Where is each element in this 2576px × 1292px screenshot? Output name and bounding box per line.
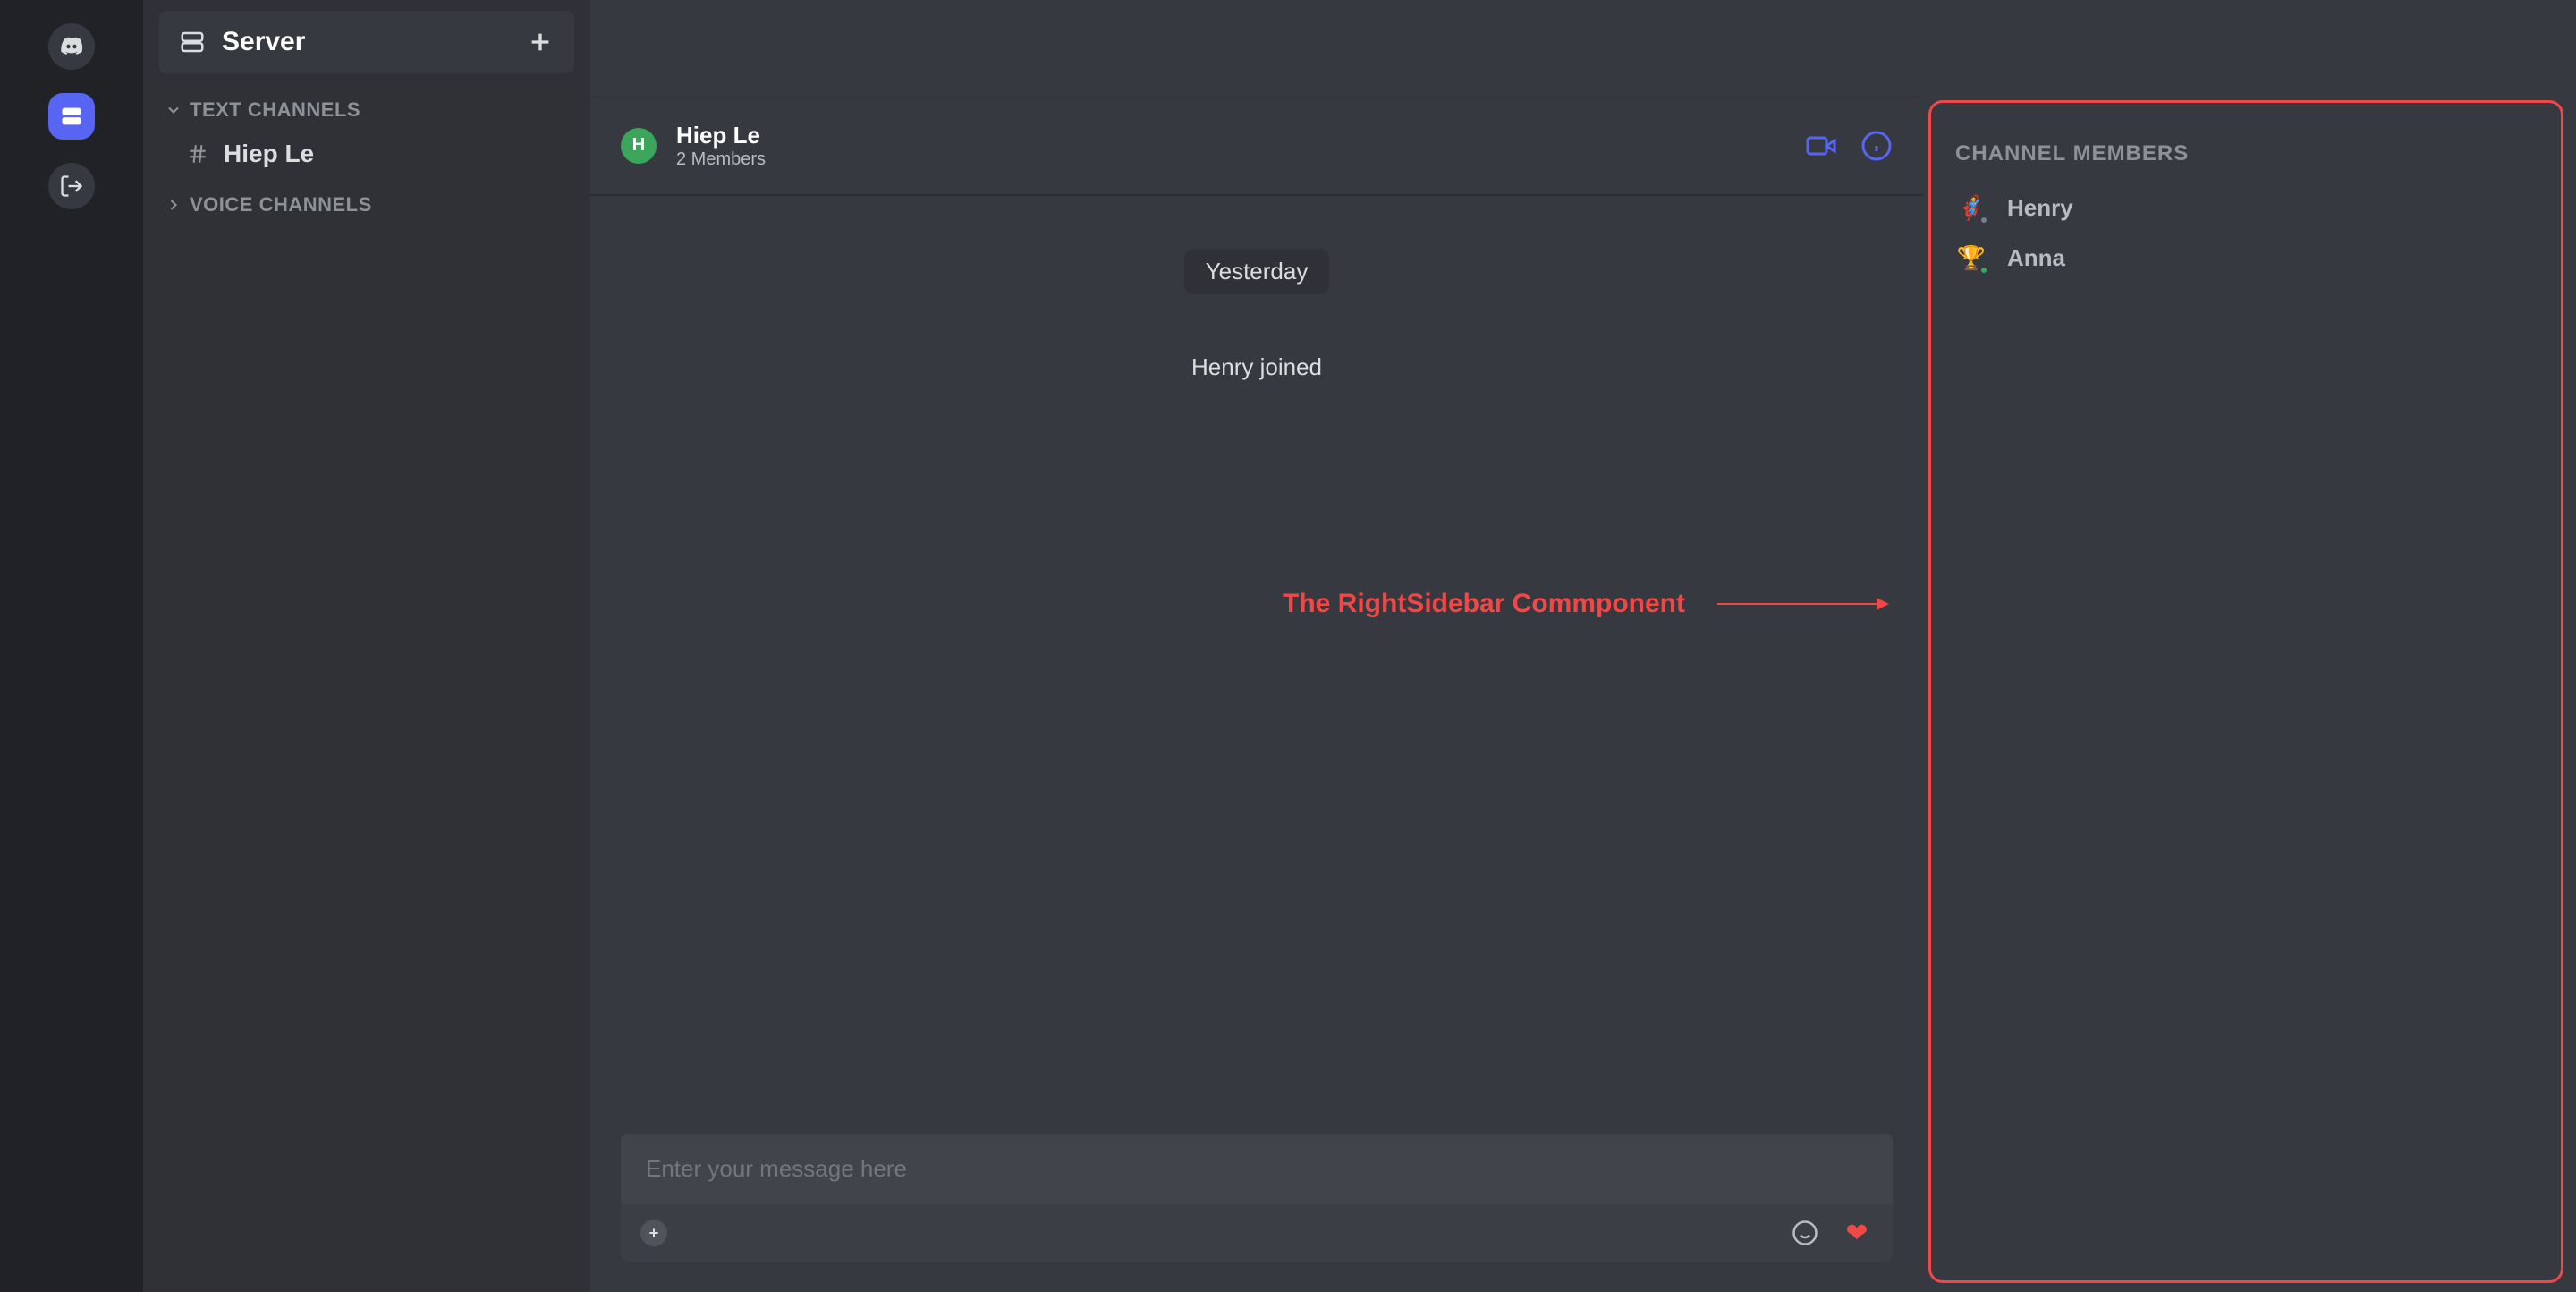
video-call-button[interactable]	[1805, 130, 1837, 162]
attach-button[interactable]	[640, 1220, 667, 1246]
annotation-label: The RightSidebar Commponent	[1283, 589, 1685, 619]
member-avatar: 🦸	[1955, 191, 1987, 224]
channel-item[interactable]: Hiep Le	[159, 129, 574, 179]
composer-left	[640, 1220, 667, 1246]
chat-body: Yesterday Henry joined The RightSidebar …	[590, 195, 1923, 1134]
chevron-right-icon	[165, 196, 182, 214]
member-name: Henry	[2007, 194, 2073, 222]
channel-label: Hiep Le	[224, 140, 314, 168]
chat-main: H Hiep Le 2 Members Yesterday Henry join…	[590, 0, 1923, 1292]
chat-title: Hiep Le	[676, 122, 766, 149]
channel-avatar: H	[621, 128, 657, 164]
info-icon	[1860, 130, 1893, 162]
video-icon	[1805, 130, 1837, 162]
chat-subtitle: 2 Members	[676, 149, 766, 170]
server-name: Server	[222, 27, 305, 57]
app-root: Server Text Channels Hiep Le Voice Chann…	[0, 0, 2576, 1292]
emoji-button[interactable]	[1789, 1217, 1821, 1249]
annotation: The RightSidebar Commponent	[1283, 589, 1887, 619]
chat-header-left: H Hiep Le 2 Members	[621, 122, 766, 170]
chat-title-block: Hiep Le 2 Members	[676, 122, 766, 170]
composer-right: ❤	[1789, 1217, 1873, 1249]
heart-icon: ❤	[1845, 1218, 1868, 1249]
voice-channels-label: Voice Channels	[190, 193, 372, 217]
server-icon	[59, 104, 84, 129]
annotation-arrow-icon	[1717, 603, 1887, 605]
channel-members-header: Channel Members	[1948, 141, 2551, 166]
message-input[interactable]	[646, 1155, 1868, 1183]
channel-sidebar: Server Text Channels Hiep Le Voice Chann…	[143, 0, 590, 1292]
status-online-icon	[1979, 265, 1989, 276]
server-bar	[0, 0, 143, 1292]
member-row[interactable]: 🏆 Anna	[1948, 233, 2551, 283]
status-offline-icon	[1979, 215, 1989, 225]
logout-icon	[59, 174, 84, 199]
active-server-button[interactable]	[48, 93, 95, 140]
date-divider: Yesterday	[1184, 249, 1330, 294]
composer-input-wrap	[621, 1134, 1893, 1204]
chat-top-strip	[590, 0, 1923, 97]
member-avatar: 🏆	[1955, 242, 1987, 274]
smile-icon	[1792, 1220, 1818, 1246]
chat-header: H Hiep Le 2 Members	[590, 97, 1923, 195]
server-box-icon	[179, 29, 206, 55]
plus-icon	[526, 28, 555, 56]
chat-header-actions	[1805, 130, 1893, 162]
voice-channels-header[interactable]: Voice Channels	[159, 186, 574, 224]
system-message: Henry joined	[1191, 353, 1322, 381]
add-server-button[interactable]	[526, 28, 555, 56]
message-composer: ❤	[621, 1134, 1893, 1262]
chevron-down-icon	[165, 101, 182, 119]
member-name: Anna	[2007, 244, 2065, 272]
info-button[interactable]	[1860, 130, 1893, 162]
like-button[interactable]: ❤	[1841, 1217, 1873, 1249]
member-row[interactable]: 🦸 Henry	[1948, 183, 2551, 233]
text-channels-label: Text Channels	[190, 98, 360, 122]
plus-small-icon	[647, 1226, 661, 1240]
right-sidebar: Channel Members 🦸 Henry 🏆 Anna	[1923, 0, 2576, 1292]
logout-button[interactable]	[48, 163, 95, 209]
text-channels-header[interactable]: Text Channels	[159, 91, 574, 129]
server-header-left: Server	[179, 27, 305, 57]
discord-logo-icon	[59, 34, 84, 59]
discord-home-button[interactable]	[48, 23, 95, 70]
hash-icon	[186, 142, 209, 166]
composer-toolbar: ❤	[621, 1204, 1893, 1262]
server-header[interactable]: Server	[159, 11, 574, 73]
